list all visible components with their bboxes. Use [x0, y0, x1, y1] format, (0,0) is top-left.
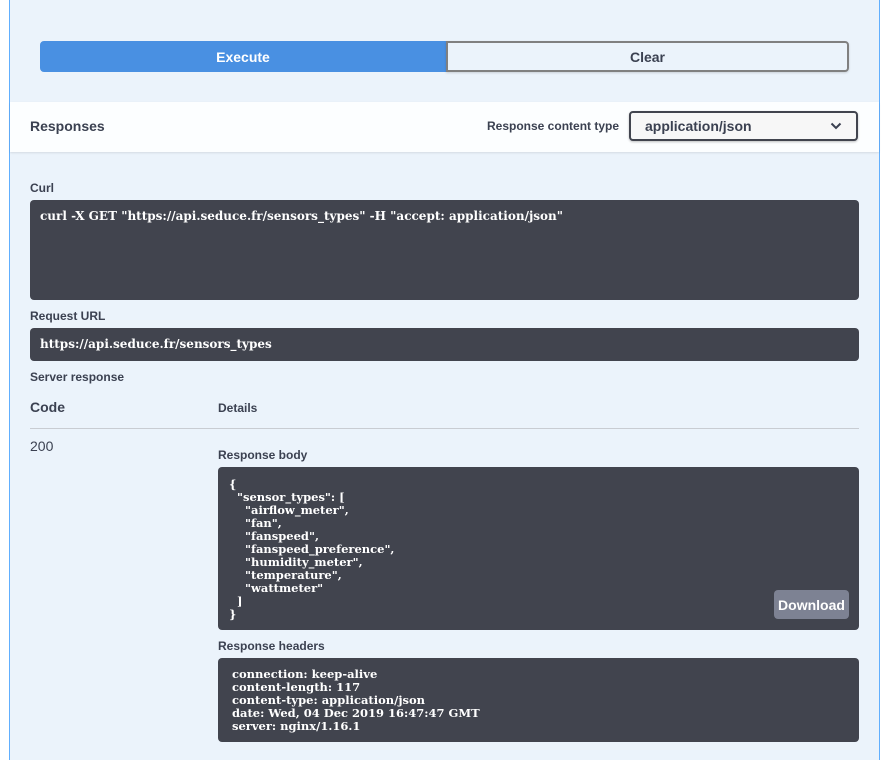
details-column-header: Details: [218, 401, 258, 415]
response-headers-label: Response headers: [218, 639, 325, 653]
execute-button[interactable]: Execute: [40, 41, 446, 72]
code-column-header: Code: [30, 399, 65, 415]
curl-command[interactable]: curl -X GET "https://api.seduce.fr/senso…: [30, 200, 859, 300]
response-body[interactable]: { "sensor_types": [ "airflow_meter", "fa…: [218, 467, 859, 630]
response-headers[interactable]: connection: keep-alive content-length: 1…: [218, 658, 859, 742]
server-response-label: Server response: [30, 370, 125, 384]
responses-header: Responses Response content type applicat…: [10, 102, 879, 152]
response-code: 200: [30, 438, 54, 454]
chevron-down-icon: [830, 122, 842, 130]
download-button[interactable]: Download: [774, 590, 849, 619]
content-type-label: Response content type: [487, 119, 620, 133]
request-url-value[interactable]: https://api.seduce.fr/sensors_types: [30, 328, 859, 361]
responses-title: Responses: [30, 118, 105, 134]
curl-label: Curl: [30, 181, 54, 195]
clear-button[interactable]: Clear: [446, 41, 849, 72]
table-divider: [30, 428, 859, 429]
request-url-label: Request URL: [30, 309, 106, 323]
content-type-value: application/json: [645, 118, 752, 134]
response-body-label: Response body: [218, 448, 308, 462]
content-type-select[interactable]: application/json: [629, 111, 858, 141]
execute-wrapper: Execute Clear: [40, 41, 849, 72]
